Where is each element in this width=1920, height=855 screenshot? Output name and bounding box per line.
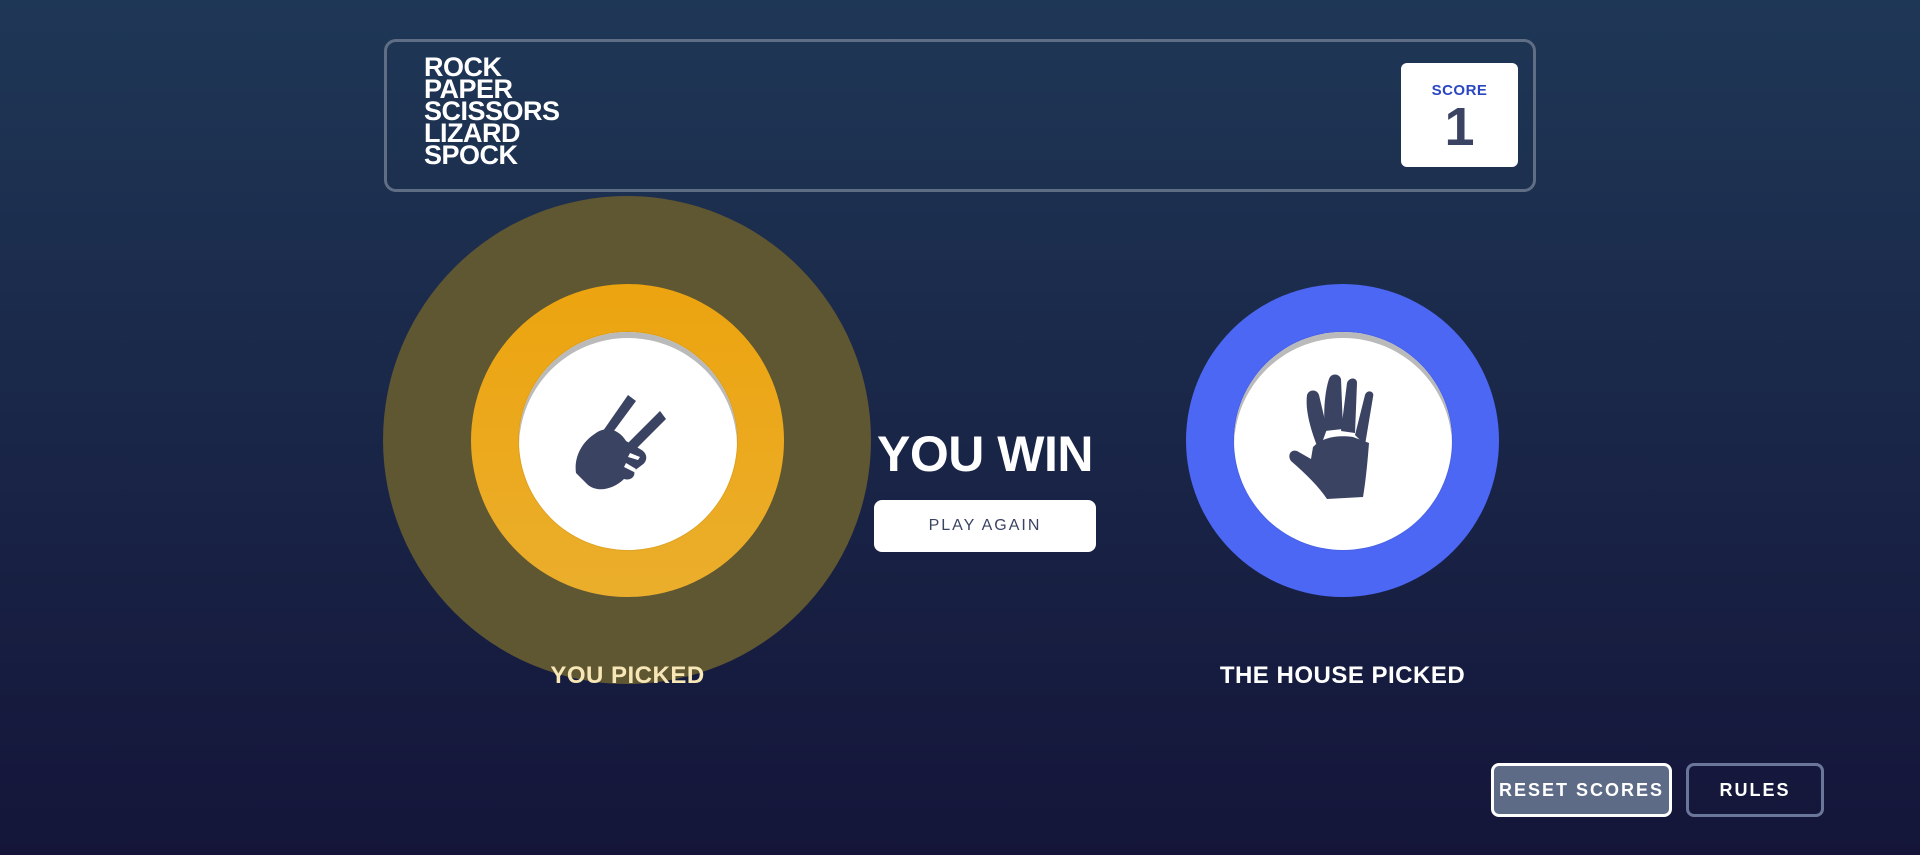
score-value: 1: [1444, 97, 1475, 157]
game-header: ROCK PAPER SCISSORS LIZARD SPOCK SCORE 1: [384, 39, 1536, 192]
user-pick-chip: [471, 284, 784, 597]
result-text: YOU WIN: [877, 426, 1093, 482]
house-pick-chip: [1186, 284, 1499, 597]
paper-icon: [1288, 374, 1373, 499]
score-box: SCORE 1: [1401, 63, 1518, 167]
scissors-icon: [575, 394, 666, 489]
title-line-spock: SPOCK: [424, 140, 518, 170]
game-title: ROCK PAPER SCISSORS LIZARD SPOCK: [424, 54, 560, 170]
reset-scores-button[interactable]: RESET SCORES: [1491, 763, 1672, 817]
play-again-button[interactable]: PLAY AGAIN: [874, 500, 1096, 552]
rules-button[interactable]: RULES: [1686, 763, 1824, 817]
house-pick-chip-face: [1233, 331, 1452, 550]
user-pick-chip-face: [518, 331, 737, 550]
house-pick-label: THE HOUSE PICKED: [1219, 662, 1466, 689]
user-pick-label: YOU PICKED: [550, 662, 705, 689]
